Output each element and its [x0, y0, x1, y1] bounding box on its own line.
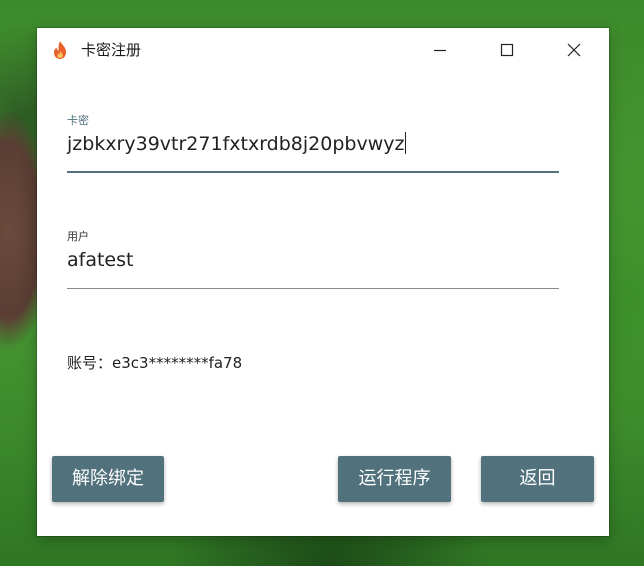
user-field[interactable]: 用户 afatest — [67, 230, 559, 290]
window-title: 卡密注册 — [81, 41, 142, 59]
back-button[interactable]: 返回 — [481, 456, 594, 502]
user-input[interactable]: afatest — [67, 248, 133, 272]
card-key-label: 卡密 — [67, 114, 89, 127]
card-register-window: 卡密注册 卡密 jzbkxry39vtr271fxtxrdb8j20pbvwyz… — [37, 28, 609, 536]
card-key-input[interactable]: jzbkxry39vtr271fxtxrdb8j20pbvwyz — [67, 132, 407, 156]
maximize-button[interactable] — [484, 28, 530, 72]
card-key-value: jzbkxry39vtr271fxtxrdb8j20pbvwyz — [67, 133, 405, 155]
close-button[interactable] — [551, 28, 597, 72]
app-flame-icon — [51, 40, 69, 60]
card-key-field[interactable]: 卡密 jzbkxry39vtr271fxtxrdb8j20pbvwyz — [67, 114, 559, 174]
maximize-icon — [500, 43, 514, 57]
minimize-icon — [434, 49, 446, 52]
card-key-underline — [67, 171, 559, 173]
text-caret — [405, 132, 407, 154]
account-text: 账号：e3c3********fa78 — [67, 354, 243, 372]
user-underline — [67, 288, 559, 289]
close-icon — [567, 43, 581, 57]
unbind-button[interactable]: 解除绑定 — [52, 456, 164, 502]
minimize-button[interactable] — [417, 28, 463, 72]
user-label: 用户 — [67, 230, 89, 243]
run-program-button[interactable]: 运行程序 — [338, 456, 451, 502]
title-bar[interactable]: 卡密注册 — [37, 28, 609, 72]
